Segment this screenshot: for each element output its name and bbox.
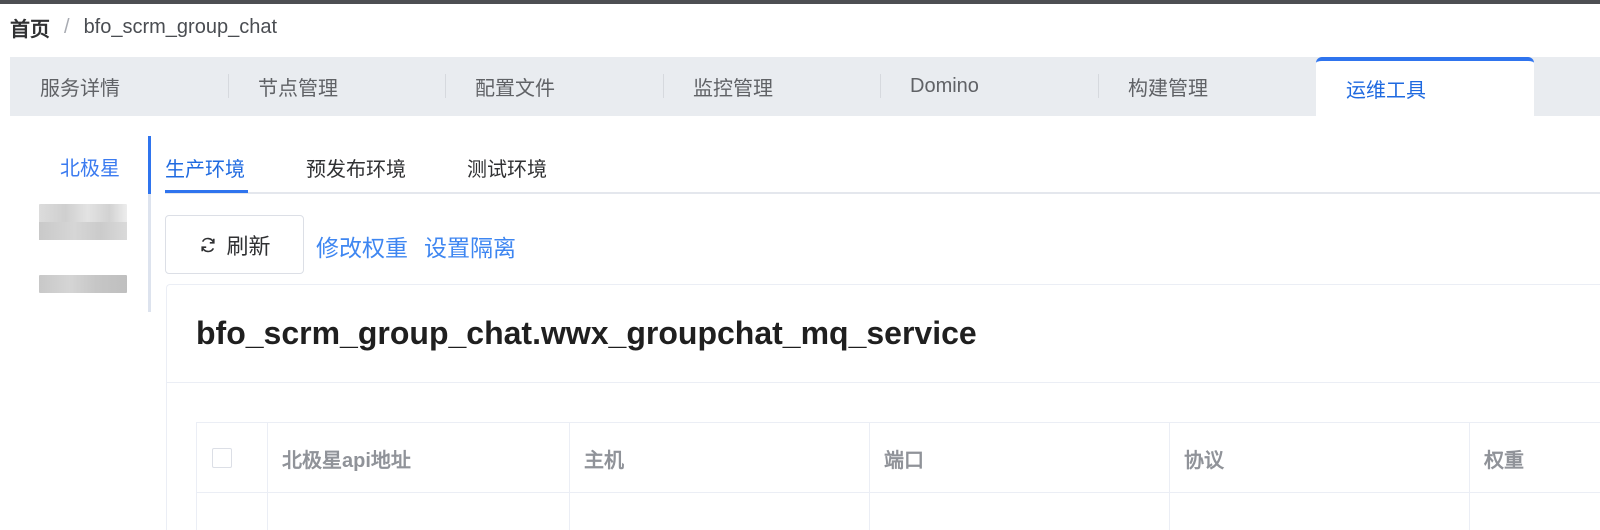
service-card-header: bfo_scrm_group_chat.wwx_groupchat_mq_ser… [167,285,1600,383]
set-isolation-button[interactable]: 设置隔离 [424,229,516,263]
table-header-select [197,423,268,493]
tab-ops-tools[interactable]: 运维工具 [1316,57,1534,116]
tab-node-management[interactable]: 节点管理 [228,57,446,116]
table-cell [870,493,1170,530]
column-header-protocol: 协议 [1170,423,1470,493]
env-tab-pre-release[interactable]: 预发布环境 [306,153,406,182]
breadcrumb-current: bfo_scrm_group_chat [83,15,278,38]
tab-domino[interactable]: Domino [880,57,1098,116]
column-header-host: 主机 [570,423,870,493]
main-tab-bar: 服务详情 节点管理 配置文件 监控管理 Domino 构建管理 运维工具 [10,57,1600,116]
tab-config-files[interactable]: 配置文件 [445,57,663,116]
env-tab-active-indicator [165,190,248,193]
side-item-redacted[interactable] [39,204,127,240]
env-tab-test[interactable]: 测试环境 [467,153,547,182]
column-header-polaris-api: 北极星api地址 [268,423,570,493]
side-nav-active-indicator [148,136,151,194]
env-tab-bar: 生产环境 预发布环境 测试环境 [165,136,1600,194]
tab-label: Domino [910,75,979,97]
tab-label: 构建管理 [1128,78,1208,100]
refresh-label: 刷新 [226,233,271,259]
side-item-redacted[interactable] [39,275,127,293]
tab-label: 服务详情 [40,78,120,100]
instance-table: 北极星api地址 主机 端口 协议 权重 [196,422,1600,530]
window-top-bar [0,0,1600,4]
tab-label: 运维工具 [1346,80,1426,102]
table-cell [197,493,268,530]
side-item-polaris[interactable]: 北极星 [60,152,120,181]
select-all-checkbox[interactable] [212,448,232,468]
modify-weight-button[interactable]: 修改权重 [316,229,408,263]
column-header-weight: 权重 [1484,449,1524,472]
table-row [197,493,1600,530]
table-cell [570,493,870,530]
tab-label: 监控管理 [693,78,773,100]
breadcrumb: 首页 / bfo_scrm_group_chat [10,12,277,42]
table-header-row: 北极星api地址 主机 端口 协议 权重 [197,423,1600,493]
column-header-port: 端口 [870,423,1170,493]
env-tab-production[interactable]: 生产环境 [165,153,245,182]
breadcrumb-home[interactable]: 首页 [10,13,50,42]
service-name-title: bfo_scrm_group_chat.wwx_groupchat_mq_ser… [196,315,977,351]
tab-monitoring[interactable]: 监控管理 [663,57,881,116]
breadcrumb-separator: / [64,15,70,38]
refresh-button[interactable]: 刷新 [165,215,304,274]
table-cell [1170,493,1470,530]
refresh-icon [201,237,216,252]
tab-service-details[interactable]: 服务详情 [10,57,228,116]
tab-label: 配置文件 [475,78,555,100]
tab-build-management[interactable]: 构建管理 [1098,57,1316,116]
tab-label: 节点管理 [258,78,338,100]
table-cell [268,493,570,530]
